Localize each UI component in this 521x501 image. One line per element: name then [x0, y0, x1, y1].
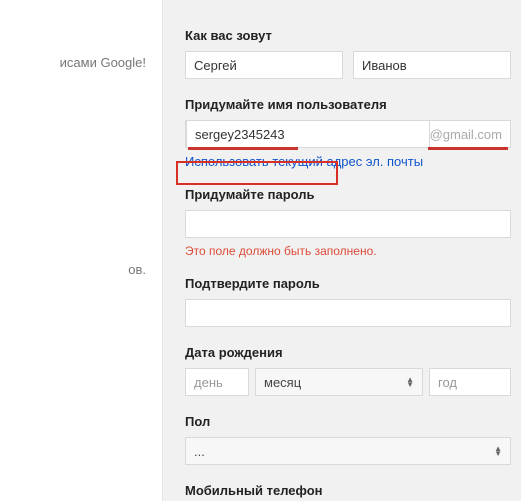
name-label: Как вас зовут: [185, 28, 521, 43]
username-domain: @gmail.com: [430, 127, 510, 142]
name-group: Как вас зовут: [185, 28, 521, 79]
gender-value: ...: [194, 444, 205, 459]
phone-group: Мобильный телефон: [185, 483, 521, 498]
dob-group: Дата рождения месяц ▲▼: [185, 345, 521, 396]
password-error: Это поле должно быть заполнено.: [185, 244, 521, 258]
dob-label: Дата рождения: [185, 345, 521, 360]
confirm-password-group: Подтвердите пароль: [185, 276, 521, 327]
last-name-input[interactable]: [353, 51, 511, 79]
confirm-password-label: Подтвердите пароль: [185, 276, 521, 291]
signup-form: Как вас зовут Придумайте имя пользовател…: [162, 0, 521, 501]
password-label: Придумайте пароль: [185, 187, 521, 202]
underline-annotation: [188, 147, 298, 150]
username-group: Придумайте имя пользователя @gmail.com И…: [185, 97, 521, 169]
first-name-input[interactable]: [185, 51, 343, 79]
username-label: Придумайте имя пользователя: [185, 97, 521, 112]
left-sidebar: исами Google! ов.: [0, 0, 162, 501]
use-current-email-link[interactable]: Использовать текущий адрес эл. почты: [185, 154, 423, 169]
confirm-password-input[interactable]: [185, 299, 511, 327]
gender-group: Пол ... ▲▼: [185, 414, 521, 465]
promo-text-2: ов.: [128, 262, 146, 277]
phone-label: Мобильный телефон: [185, 483, 521, 498]
dob-month-value: месяц: [264, 375, 301, 390]
password-group: Придумайте пароль Это поле должно быть з…: [185, 187, 521, 258]
updown-icon: ▲▼: [494, 446, 502, 456]
gender-select[interactable]: ... ▲▼: [185, 437, 511, 465]
gender-label: Пол: [185, 414, 521, 429]
username-field-wrap: @gmail.com: [185, 120, 511, 148]
dob-day-input[interactable]: [185, 368, 249, 396]
underline-annotation: [428, 147, 508, 150]
password-input[interactable]: [185, 210, 511, 238]
updown-icon: ▲▼: [406, 377, 414, 387]
dob-year-input[interactable]: [429, 368, 511, 396]
username-input[interactable]: [186, 120, 430, 148]
promo-text-1: исами Google!: [60, 55, 146, 70]
dob-month-select[interactable]: месяц ▲▼: [255, 368, 423, 396]
